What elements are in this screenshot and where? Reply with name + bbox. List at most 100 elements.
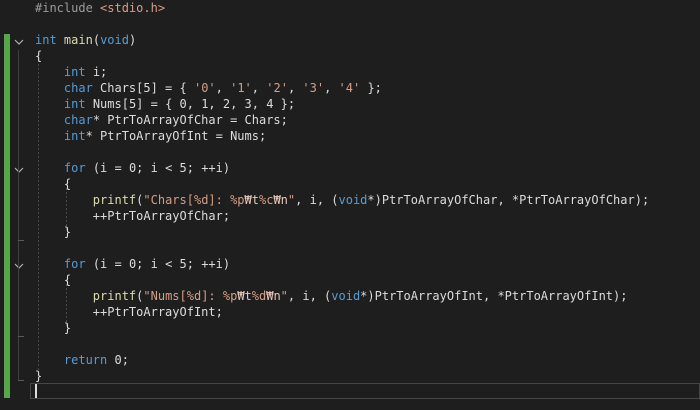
code-line[interactable]: int Nums[5] = { 0, 1, 2, 3, 4 }; <box>35 96 295 112</box>
code-line[interactable]: int* PtrToArrayOfInt = Nums; <box>35 128 266 144</box>
code-token: 0; <box>107 353 129 367</box>
code-token: ++PtrToArrayOfInt; <box>35 305 223 319</box>
code-token: %c <box>259 193 274 207</box>
code-token: '3' <box>302 81 325 95</box>
code-token: '0' <box>193 81 216 95</box>
code-line[interactable]: #include <stdio.h> <box>35 0 165 16</box>
code-line[interactable]: { <box>35 272 71 288</box>
code-line[interactable]: printf("Chars[%d]: %p₩t%c₩n", i, (void*)… <box>35 192 649 208</box>
code-token: return <box>63 353 108 367</box>
code-token: }; <box>360 81 382 95</box>
outline-guide-end <box>18 240 24 241</box>
code-token: { <box>35 177 72 191</box>
code-line[interactable]: ++PtrToArrayOfInt; <box>35 304 223 320</box>
code-token: char <box>63 113 93 127</box>
code-token: * PtrToArrayOfChar = Chars; <box>92 113 288 127</box>
code-token: } <box>35 369 43 383</box>
code-token: { <box>35 273 72 287</box>
code-token: , <box>251 81 267 95</box>
code-token: #include <box>35 1 101 15</box>
code-token: int <box>63 97 86 111</box>
code-line[interactable]: char* PtrToArrayOfChar = Chars; <box>35 112 288 128</box>
code-token: '1' <box>230 81 252 95</box>
code-token: , <box>287 81 303 95</box>
code-line[interactable]: for (i = 0; i < 5; ++i) <box>35 256 230 272</box>
code-token: *)PtrToArrayOfInt, *PtrToArrayOfInt); <box>360 289 628 303</box>
change-tracking-margin <box>4 34 10 398</box>
code-line[interactable]: { <box>35 48 42 64</box>
code-token: ₩n <box>266 289 281 303</box>
code-token: " <box>280 289 288 303</box>
code-line[interactable]: char Chars[5] = { '0', '1', '2', '3', '4… <box>35 80 382 96</box>
code-token: main <box>63 33 93 47</box>
code-token: ₩t <box>237 289 252 303</box>
code-token: ++PtrToArrayOfChar; <box>35 209 231 223</box>
text-caret <box>35 384 37 398</box>
code-line[interactable]: return 0; <box>35 352 129 368</box>
code-line[interactable]: { <box>35 176 71 192</box>
code-token: ) <box>128 33 137 47</box>
code-token: *)PtrToArrayOfChar, *PtrToArrayOfChar); <box>367 193 650 207</box>
code-token: * PtrToArrayOfInt = Nums; <box>85 129 267 143</box>
code-token: "Chars[%d]: %p <box>143 193 245 207</box>
code-token: i; <box>85 65 108 79</box>
code-token: (i = 0; i < 5; ++i) <box>85 257 231 271</box>
code-token: , i, ( <box>295 193 339 207</box>
outline-guide-end <box>18 380 24 381</box>
code-token: printf <box>92 193 137 207</box>
code-line[interactable]: printf("Nums[%d]: %p₩t%d₩n", i, (void*)P… <box>35 288 628 304</box>
code-token: for <box>63 257 86 271</box>
code-token: "Nums[%d]: %p <box>143 289 238 303</box>
code-token: ₩n <box>273 193 288 207</box>
code-token: ₩t <box>244 193 259 207</box>
code-line[interactable]: } <box>35 368 42 384</box>
code-token: void <box>100 33 129 47</box>
code-token: ( <box>92 33 101 47</box>
code-token: } <box>35 225 72 239</box>
code-line[interactable]: int main(void) <box>35 32 136 48</box>
code-token: int <box>35 33 57 47</box>
code-token: { <box>35 49 43 63</box>
code-token: Nums[5] = { 0, 1, 2, 3, 4 }; <box>85 97 296 111</box>
code-token: , <box>215 81 231 95</box>
code-token: , <box>324 81 339 95</box>
code-token: <stdio.h> <box>100 1 166 15</box>
code-line[interactable]: } <box>35 320 71 336</box>
code-token: } <box>35 321 72 335</box>
code-line[interactable]: for (i = 0; i < 5; ++i) <box>35 160 230 176</box>
fold-collapse-icon[interactable] <box>13 164 25 176</box>
code-token: %d <box>251 289 267 303</box>
outline-guide <box>18 50 19 380</box>
code-token: printf <box>92 289 137 303</box>
current-line-highlight <box>30 383 700 399</box>
code-token: void <box>338 193 368 207</box>
outline-guide-end <box>18 336 24 337</box>
code-token: char <box>63 81 93 95</box>
fold-collapse-icon[interactable] <box>13 260 25 272</box>
code-token: , i, ( <box>287 289 332 303</box>
code-token: int <box>63 129 86 143</box>
code-token: void <box>331 289 361 303</box>
code-editor[interactable]: #include <stdio.h> int main(void){ int i;… <box>0 0 700 410</box>
code-line[interactable]: } <box>35 224 71 240</box>
code-line[interactable]: ++PtrToArrayOfChar; <box>35 208 230 224</box>
code-token: (i = 0; i < 5; ++i) <box>85 161 231 175</box>
code-token: '4' <box>338 81 361 95</box>
code-token: '2' <box>266 81 288 95</box>
code-token: int <box>63 65 86 79</box>
code-token: Chars[5] = { <box>92 81 194 95</box>
fold-collapse-icon[interactable] <box>13 36 25 48</box>
code-line[interactable]: int i; <box>35 64 107 80</box>
code-token: for <box>63 161 86 175</box>
